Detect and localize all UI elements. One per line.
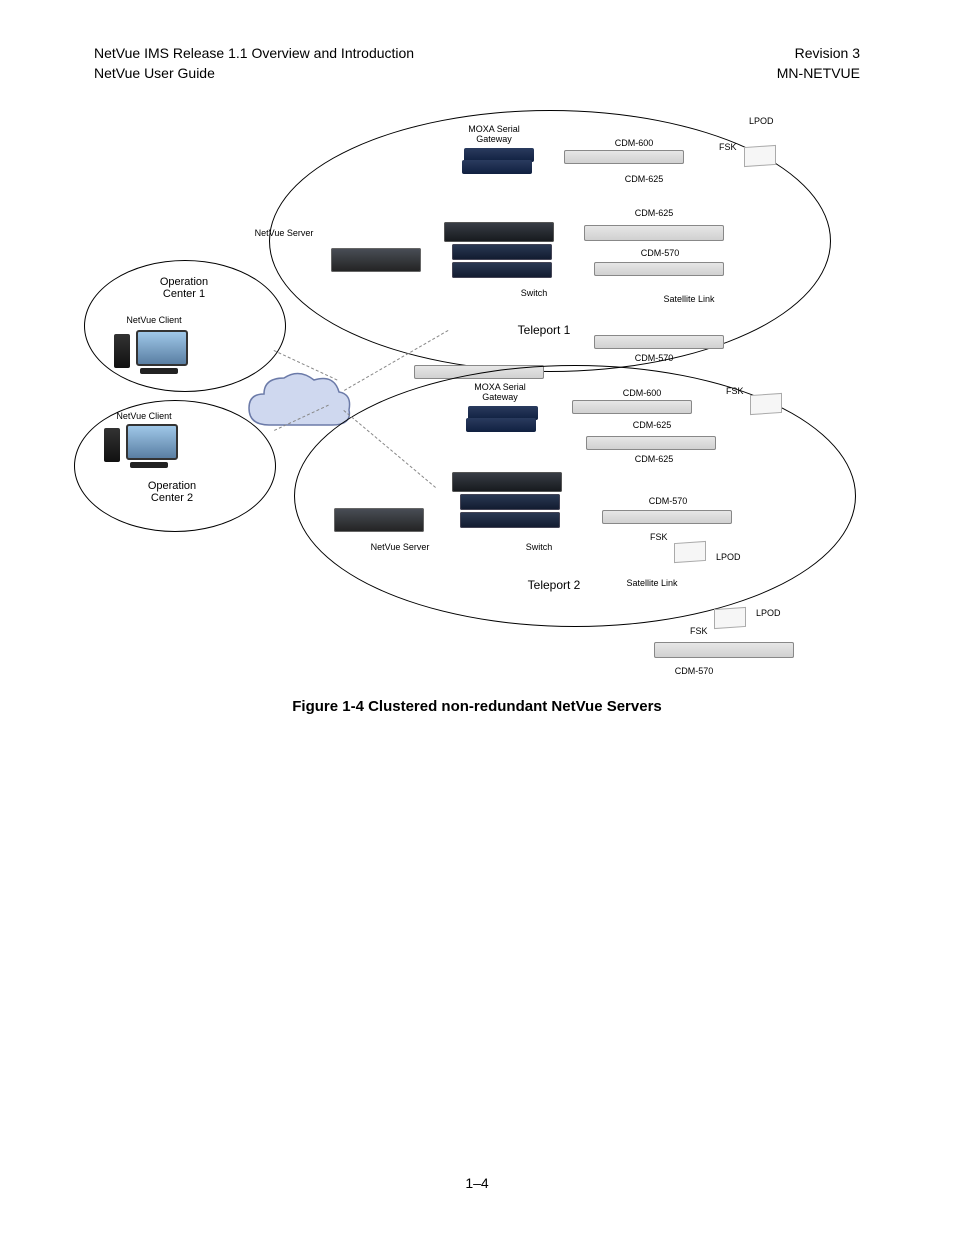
switch-icon [460, 512, 560, 528]
header-right-line1: Revision 3 [795, 45, 860, 61]
keyboard-icon [140, 368, 178, 374]
remote-fsk-label: FSK [690, 626, 708, 636]
cdm-570-icon [602, 510, 732, 524]
lpod-icon [674, 541, 706, 563]
op-center-2-client-label: NetVue Client [116, 411, 171, 421]
cdm-570-icon [594, 335, 724, 349]
page-header: NetVue IMS Release 1.1 Overview and Intr… [94, 44, 860, 83]
cdm-570-icon [654, 642, 794, 658]
remote-cdm570-label: CDM-570 [675, 666, 714, 676]
cdm-625-icon [584, 225, 724, 241]
t1-server-label: NetVue Server [255, 228, 314, 238]
op-center-1-client-label: NetVue Client [126, 315, 181, 325]
switch-icon [452, 244, 552, 260]
cdm-600-icon [564, 150, 684, 164]
pc-monitor-icon [126, 424, 178, 460]
t2-satlink-label: Satellite Link [626, 578, 677, 588]
remote-lpod-label: LPOD [756, 608, 781, 618]
teleport-1-title: Teleport 1 [518, 323, 571, 337]
t1-satlink-label: Satellite Link [663, 294, 714, 304]
lpod-icon [744, 145, 776, 167]
lpod-icon [714, 607, 746, 629]
t1-fsk-label: FSK [719, 142, 737, 152]
t2-lpod-label: LPOD [716, 552, 741, 562]
t1-cdm570b-label: CDM-570 [635, 353, 674, 363]
switch-icon [452, 262, 552, 278]
cdm-625-icon [586, 436, 716, 450]
pc-tower-icon [114, 334, 130, 368]
t2-cdm570-label: CDM-570 [649, 496, 688, 506]
t2-cdm625a-label: CDM-625 [633, 420, 672, 430]
t1-lpod-label: LPOD [749, 116, 774, 126]
cdm-600-icon [572, 400, 692, 414]
t2-moxa-label: MOXA Serial Gateway [474, 382, 526, 402]
switch-rack-icon [444, 222, 554, 242]
pc-tower-icon [104, 428, 120, 462]
op-center-2-title: Operation Center 2 [148, 480, 196, 504]
cdm-570-icon [594, 262, 724, 276]
lpod-icon [750, 393, 782, 415]
keyboard-icon [130, 462, 168, 468]
server-icon [334, 508, 424, 532]
t1-cdm600-label: CDM-600 [615, 138, 654, 148]
t1-moxa-label: MOXA Serial Gateway [468, 124, 520, 144]
switch-icon [460, 494, 560, 510]
switch-rack-icon [452, 472, 562, 492]
header-left-line1: NetVue IMS Release 1.1 Overview and Intr… [94, 45, 414, 61]
header-left-line2: NetVue User Guide [94, 65, 215, 81]
pc-monitor-icon [136, 330, 188, 366]
t2-cdm625b-label: CDM-625 [635, 454, 674, 464]
moxa-gateway-icon [462, 160, 532, 174]
t2-cdm600-label: CDM-600 [623, 388, 662, 398]
op-center-1-title: Operation Center 1 [160, 276, 208, 300]
t1-cdm570-label: CDM-570 [641, 248, 680, 258]
t2-server-label: NetVue Server [371, 542, 430, 552]
figure-caption: Figure 1-4 Clustered non-redundant NetVu… [0, 698, 954, 715]
t1-cdm625b-label: CDM-625 [635, 208, 674, 218]
t2-fsk-label2: FSK [650, 532, 668, 542]
header-right-line2: MN-NETVUE [777, 65, 860, 81]
t1-cdm625a-label: CDM-625 [625, 174, 664, 184]
t2-fsk-label: FSK [726, 386, 744, 396]
page-number: 1–4 [0, 1175, 954, 1191]
t2-switch-label: Switch [526, 542, 553, 552]
teleport-2-title: Teleport 2 [528, 578, 581, 592]
t1-switch-label: Switch [521, 288, 548, 298]
moxa-gateway-icon [466, 418, 536, 432]
network-diagram: Operation Center 1 NetVue Client NetVue … [94, 110, 860, 690]
server-icon [331, 248, 421, 272]
